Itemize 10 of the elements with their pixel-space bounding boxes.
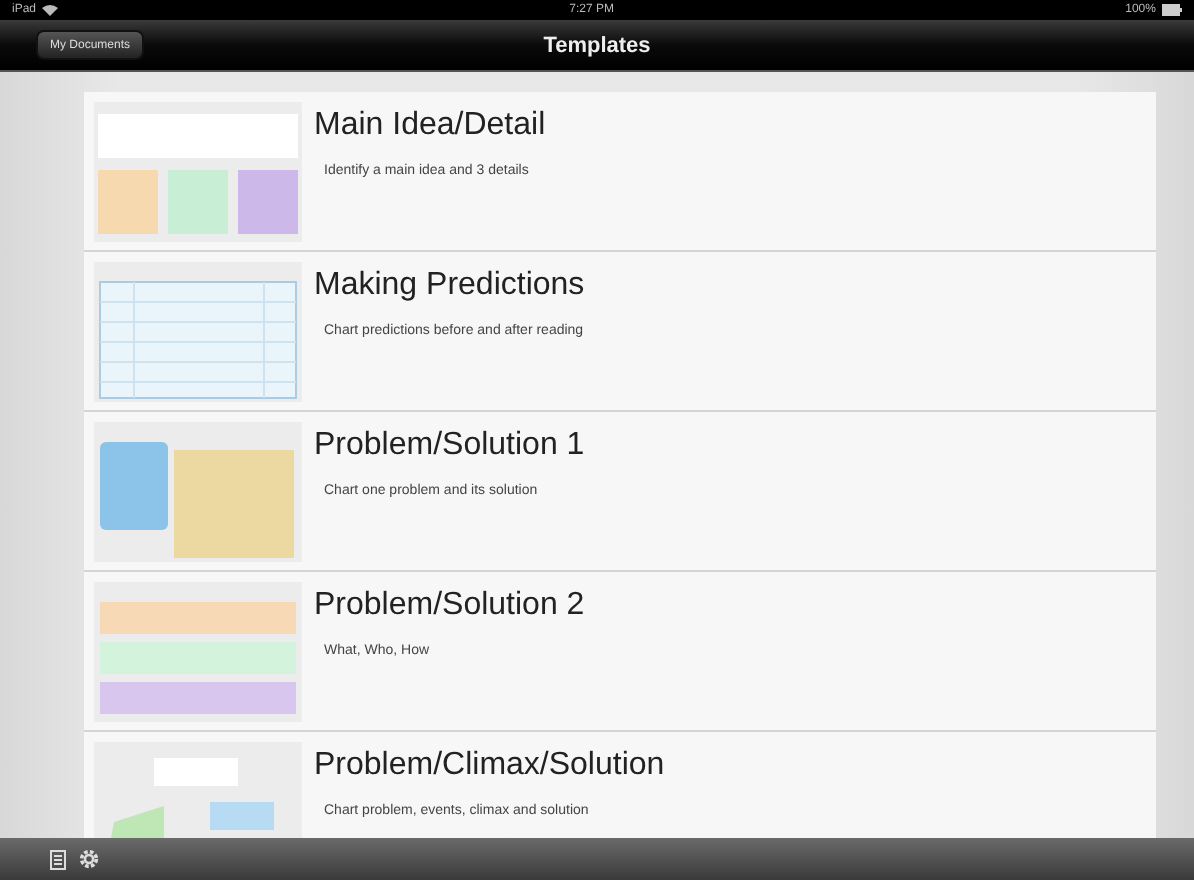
battery-icon bbox=[1161, 4, 1182, 16]
template-title: Problem/Solution 1 bbox=[314, 428, 585, 464]
list-icon[interactable] bbox=[50, 849, 66, 869]
template-title: Problem/Solution 2 bbox=[314, 588, 585, 624]
settings-icon[interactable] bbox=[78, 848, 100, 870]
template-title: Making Predictions bbox=[314, 268, 585, 304]
template-title: Problem/Climax/Solution bbox=[314, 748, 665, 784]
screen-title: Templates bbox=[543, 33, 651, 57]
wifi-icon bbox=[42, 4, 59, 16]
template-title: Main Idea/Detail bbox=[314, 108, 546, 144]
